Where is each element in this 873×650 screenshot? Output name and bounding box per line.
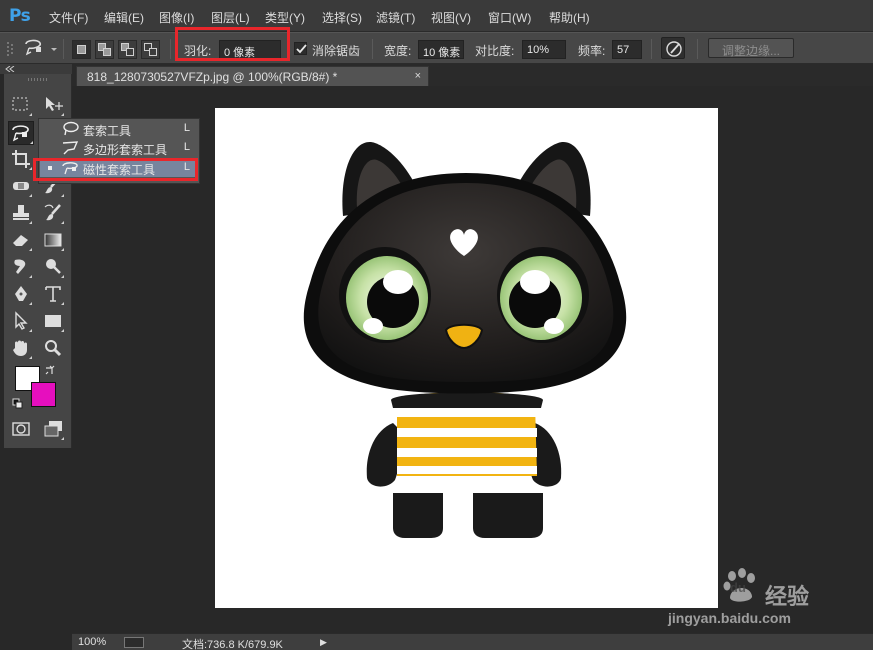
divider [372, 39, 373, 59]
menu-bar: Ps 文件(F) 编辑(E) 图像(I) 图层(L) 类型(Y) 选择(S) 滤… [0, 0, 873, 32]
lasso-tool[interactable] [8, 121, 34, 145]
screen-mode-button[interactable] [42, 418, 64, 440]
flyout-item-label: 套索工具 [83, 124, 132, 138]
antialias-label: 消除锯齿 [312, 44, 361, 58]
flyout-item-shortcut: L [183, 141, 190, 153]
frequency-label: 频率: [578, 44, 606, 58]
zoom-tool[interactable] [42, 337, 64, 359]
crop-tool[interactable] [10, 148, 32, 170]
background-color-swatch[interactable] [31, 382, 56, 407]
pen-tool[interactable] [10, 283, 32, 305]
flyout-item-label: 多边形套索工具 [83, 143, 168, 157]
frequency-input[interactable]: 57 [612, 40, 642, 59]
gradient-tool[interactable] [42, 229, 64, 251]
quick-mask-icon [12, 422, 30, 436]
eraser-tool[interactable] [10, 229, 32, 251]
contrast-label: 对比度: [475, 44, 515, 58]
width-label: 宽度: [384, 44, 412, 58]
intersect-selection-button[interactable] [141, 40, 160, 59]
path-selection-tool[interactable] [10, 310, 32, 332]
black-cat-illustration [303, 142, 627, 538]
swap-colors-icon[interactable] [44, 364, 56, 376]
marquee-tool[interactable] [10, 94, 32, 116]
divider [697, 39, 698, 59]
status-bar: 100% 文档:736.8 K/679.9K ▶ [72, 633, 873, 650]
history-brush-tool[interactable] [42, 202, 64, 224]
pen-pressure-button[interactable] [661, 37, 685, 59]
lasso-icon [63, 121, 79, 136]
dodge-tool[interactable] [42, 256, 64, 278]
menu-view[interactable]: 视图(V) [431, 9, 471, 26]
refine-edge-button[interactable]: 调整边缘... [708, 38, 794, 58]
magnifier-icon [45, 340, 62, 357]
menu-select[interactable]: 选择(S) [322, 9, 362, 26]
collapse-icon[interactable] [5, 66, 15, 72]
tool-preset-picker[interactable] [22, 37, 60, 61]
watermark-url: jingyan.baidu.com [668, 610, 791, 626]
default-colors-icon[interactable] [12, 398, 24, 410]
document-tab-title: 818_1280730527VFZp.jpg @ 100%(RGB/8#) * [87, 70, 338, 84]
document-tab-strip: 818_1280730527VFZp.jpg @ 100%(RGB/8#) * … [72, 64, 873, 86]
divider [63, 39, 64, 59]
flyout-item-polygonal-lasso[interactable]: 多边形套索工具 L [40, 139, 198, 157]
grip-icon [7, 42, 13, 56]
document-size-info: 文档:736.8 K/679.9K [182, 639, 283, 650]
shape-tool[interactable] [42, 310, 64, 332]
pen-pressure-icon [666, 41, 682, 57]
watermark-brand: Bai [666, 572, 714, 605]
subtract-from-selection-button[interactable] [118, 40, 137, 59]
hand-tool[interactable] [10, 337, 32, 359]
flyout-item-shortcut: L [183, 122, 190, 134]
add-to-selection-button[interactable] [95, 40, 114, 59]
feather-annotation-box [175, 27, 290, 61]
new-selection-button[interactable] [72, 40, 91, 59]
magnetic-lasso-annotation-box [33, 158, 198, 181]
menu-layer[interactable]: 图层(L) [211, 9, 250, 26]
type-tool[interactable] [42, 283, 64, 305]
watermark-jingyan: 经验 [765, 584, 810, 609]
quick-mask-button[interactable] [10, 418, 32, 440]
polygonal-lasso-icon [62, 141, 79, 155]
check-icon [296, 44, 307, 54]
menu-image[interactable]: 图像(I) [159, 9, 194, 26]
antialias-checkbox[interactable] [294, 42, 307, 55]
status-menu-arrow[interactable]: ▶ [320, 637, 327, 648]
document-tab[interactable]: 818_1280730527VFZp.jpg @ 100%(RGB/8#) * … [76, 66, 429, 86]
document-canvas[interactable] [215, 108, 718, 608]
move-tool[interactable] [42, 94, 64, 116]
menu-window[interactable]: 窗口(W) [488, 9, 531, 26]
divider [170, 39, 171, 59]
width-input[interactable]: 10 像素 [418, 40, 464, 59]
healing-tool[interactable] [10, 175, 32, 197]
contrast-input[interactable]: 10% [522, 40, 566, 59]
flyout-item-lasso[interactable]: 套索工具 L [40, 120, 198, 138]
blur-tool[interactable] [10, 256, 32, 278]
divider [651, 39, 652, 59]
app-logo: Ps [9, 6, 31, 26]
menu-edit[interactable]: 编辑(E) [104, 9, 144, 26]
menu-filter[interactable]: 滤镜(T) [376, 9, 415, 26]
magnetic-lasso-icon [25, 39, 57, 56]
zoom-level[interactable]: 100% [78, 636, 106, 648]
status-info-icon[interactable] [124, 637, 144, 648]
clone-stamp-tool[interactable] [10, 202, 32, 224]
toolbar-grip [28, 78, 48, 81]
menu-type[interactable]: 类型(Y) [265, 9, 305, 26]
menu-help[interactable]: 帮助(H) [549, 9, 590, 26]
menu-file[interactable]: 文件(F) [49, 9, 88, 26]
toolbar-header [0, 64, 72, 74]
close-tab-icon[interactable]: × [415, 70, 421, 82]
watermark-brand-suffix: du [730, 580, 746, 595]
baidu-jingyan-watermark: Bai du 经验 jingyan.baidu.com [662, 568, 832, 630]
